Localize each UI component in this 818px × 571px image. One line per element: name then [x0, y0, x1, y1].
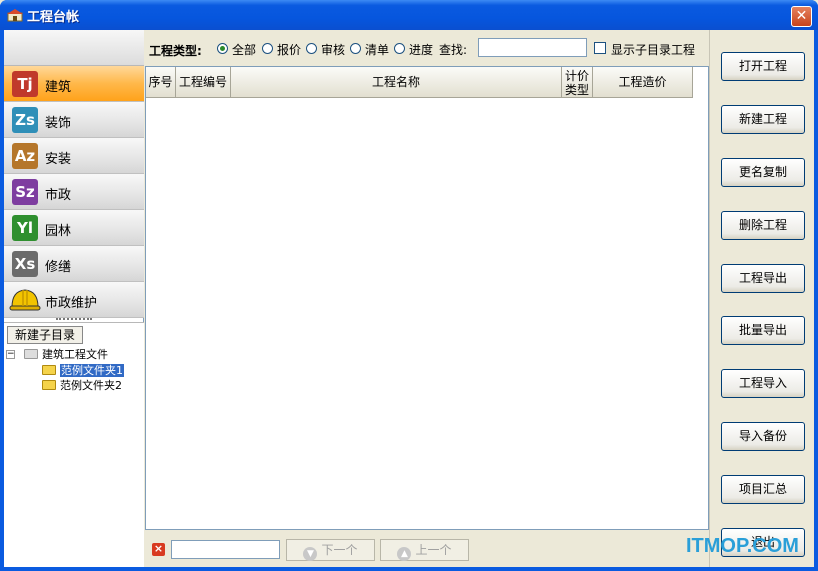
project-summary-button[interactable]: 项目汇总	[721, 475, 805, 504]
category-label: 市政维护	[45, 296, 98, 311]
find-bar: × ▼ 下一个 ▲ 上一个	[145, 532, 709, 567]
delete-project-button[interactable]: 删除工程	[721, 211, 805, 240]
folder-icon	[24, 349, 38, 359]
tree-item[interactable]: 范例文件夹2	[42, 379, 122, 393]
new-subdir-button[interactable]: 新建子目录	[7, 326, 83, 344]
sidebar-header	[4, 30, 144, 66]
radio-bill-label: 清单	[365, 43, 390, 57]
zs-icon: Zs	[12, 107, 38, 133]
category-label: 修缮	[45, 260, 72, 275]
new-project-button[interactable]: 新建工程	[721, 105, 805, 134]
tree-item-label: 范例文件夹1	[60, 364, 124, 377]
title-bar[interactable]: 工程台帐 ✕	[0, 0, 818, 30]
app-icon	[7, 9, 23, 22]
arrow-up-icon: ▲	[397, 547, 412, 561]
filter-bar: 工程类型: 全部 报价 审核 清单 进度 查找: 显示子目录工程	[145, 32, 709, 64]
category-sidebar: Tj 建筑 Zs 装饰 Az 安装 Sz 市政 Yl 园林 Xs 修缮 市政维护…	[4, 30, 144, 567]
project-table[interactable]: 序号 工程编号 工程名称 计价 类型 工程造价	[145, 66, 709, 530]
category-item-yl[interactable]: Yl 园林	[4, 210, 144, 246]
az-icon: Az	[12, 143, 38, 169]
find-next-label: 下一个	[321, 543, 358, 557]
folder-tree: 新建子目录 − 建筑工程文件 范例文件夹1 范例文件夹2	[4, 322, 144, 567]
category-item-sz[interactable]: Sz 市政	[4, 174, 144, 210]
tree-collapse-icon[interactable]: −	[6, 350, 15, 359]
category-label: 安装	[45, 152, 72, 167]
tree-item-label: 范例文件夹2	[60, 379, 122, 392]
open-project-button[interactable]: 打开工程	[721, 52, 805, 81]
category-label: 园林	[45, 224, 72, 239]
project-list-panel: 工程类型: 全部 报价 审核 清单 进度 查找: 显示子目录工程 序号 工程编号…	[145, 30, 709, 567]
col-cost[interactable]: 工程造价	[593, 67, 693, 98]
import-backup-button[interactable]: 导入备份	[721, 422, 805, 451]
find-input[interactable]	[171, 540, 280, 559]
project-type-label: 工程类型:	[149, 44, 202, 58]
category-item-az[interactable]: Az 安装	[4, 138, 144, 174]
category-item-szwh[interactable]: 市政维护	[4, 282, 144, 318]
show-subdir-checkbox[interactable]	[594, 42, 606, 54]
hard-hat-icon	[9, 289, 41, 311]
category-item-xs[interactable]: Xs 修缮	[4, 246, 144, 282]
main-window: 工程台帐 ✕ Tj 建筑 Zs 装饰 Az 安装 Sz 市政 Yl 园林 Xs …	[0, 0, 818, 571]
search-label: 查找:	[439, 43, 468, 57]
yl-icon: Yl	[12, 215, 38, 241]
radio-progress[interactable]	[394, 43, 405, 54]
radio-all[interactable]	[217, 43, 228, 54]
sz-icon: Sz	[12, 179, 38, 205]
tj-icon: Tj	[12, 71, 38, 97]
import-project-button[interactable]: 工程导入	[721, 369, 805, 398]
rename-copy-button[interactable]: 更名复制	[721, 158, 805, 187]
xs-icon: Xs	[12, 251, 38, 277]
find-next-button[interactable]: ▼ 下一个	[286, 539, 375, 561]
radio-all-label: 全部	[232, 43, 257, 57]
radio-audit-label: 审核	[321, 43, 346, 57]
window-title: 工程台帐	[27, 10, 80, 25]
folder-icon	[42, 380, 56, 390]
watermark: ITMOP.COM	[686, 535, 799, 557]
col-code[interactable]: 工程编号	[176, 67, 231, 98]
tree-item[interactable]: 范例文件夹1	[42, 364, 124, 378]
close-find-icon[interactable]: ×	[152, 543, 165, 556]
folder-icon	[42, 365, 56, 375]
category-label: 建筑	[45, 80, 72, 95]
category-label: 装饰	[45, 116, 72, 131]
tree-root-label: 建筑工程文件	[42, 348, 108, 361]
category-item-zs[interactable]: Zs 装饰	[4, 102, 144, 138]
close-button[interactable]: ✕	[791, 6, 812, 27]
show-subdir-label: 显示子目录工程	[611, 43, 696, 57]
col-pricing-type[interactable]: 计价 类型	[562, 67, 593, 98]
radio-progress-label: 进度	[409, 43, 434, 57]
radio-quote-label: 报价	[277, 43, 302, 57]
radio-bill[interactable]	[350, 43, 361, 54]
export-project-button[interactable]: 工程导出	[721, 264, 805, 293]
col-index[interactable]: 序号	[146, 67, 176, 98]
radio-quote[interactable]	[262, 43, 273, 54]
tree-root[interactable]: 建筑工程文件	[24, 348, 108, 362]
search-input[interactable]	[478, 38, 587, 57]
splitter-grip[interactable]	[56, 318, 92, 321]
category-item-tj[interactable]: Tj 建筑	[4, 66, 144, 102]
client-area: Tj 建筑 Zs 装饰 Az 安装 Sz 市政 Yl 园林 Xs 修缮 市政维护…	[4, 30, 814, 567]
find-prev-label: 上一个	[415, 543, 452, 557]
col-name[interactable]: 工程名称	[231, 67, 562, 98]
table-header: 序号 工程编号 工程名称 计价 类型 工程造价	[146, 67, 693, 98]
batch-export-button[interactable]: 批量导出	[721, 316, 805, 345]
action-panel: 打开工程 新建工程 更名复制 删除工程 工程导出 批量导出 工程导入 导入备份 …	[709, 30, 814, 567]
find-prev-button[interactable]: ▲ 上一个	[380, 539, 469, 561]
arrow-down-icon: ▼	[303, 547, 318, 561]
radio-audit[interactable]	[306, 43, 317, 54]
category-label: 市政	[45, 188, 72, 203]
